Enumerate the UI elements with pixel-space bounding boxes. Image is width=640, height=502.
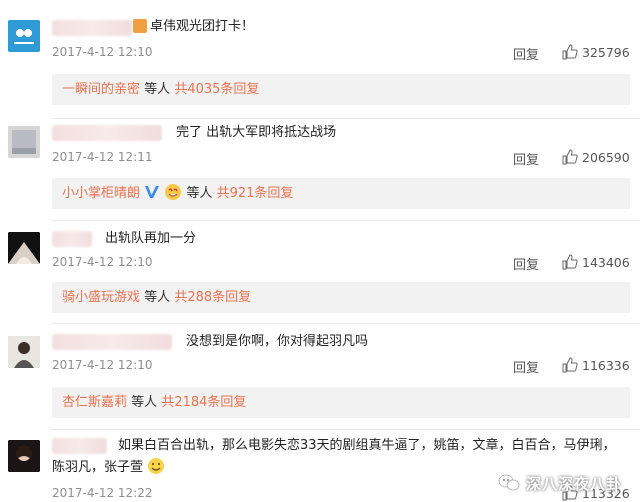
blurred-username [52, 125, 162, 141]
reply-button[interactable]: 回复 [513, 149, 539, 168]
comment-text: 出轨队再加一分 [105, 231, 197, 246]
blurred-username [52, 438, 107, 454]
comment-time: 2017-4-12 12:10 [52, 45, 153, 59]
thumbs-up-icon [562, 357, 578, 373]
comment-text: 完了 出轨大军即将抵达战场 [176, 125, 337, 140]
like-button[interactable]: 116336 [562, 357, 630, 373]
verified-v-icon [145, 186, 160, 198]
like-count: 143406 [582, 254, 630, 270]
sub-reply-mid: 等人 [144, 290, 171, 305]
divider [52, 220, 640, 221]
watermark: 深八深夜八卦 [498, 464, 640, 502]
sub-reply-mid: 等人 [186, 186, 213, 201]
avatar[interactable] [8, 440, 40, 472]
like-count: 206590 [582, 149, 630, 165]
comment-text-continued: 陈羽凡，张子萱 [52, 460, 144, 475]
watermark-text: 深八深夜八卦 [526, 474, 623, 493]
sub-replies[interactable]: 骑小盛玩游戏 等人 共288条回复 [52, 282, 630, 313]
reply-button[interactable]: 回复 [513, 254, 539, 273]
blurred-username [52, 20, 132, 36]
comment-time: 2017-4-12 12:22 [52, 486, 153, 500]
comment-item: 没想到是你啊，你对得起羽凡吗 2017-4-12 12:10 回复 116336… [0, 328, 640, 430]
blurred-username [52, 334, 172, 350]
emoji-icon [133, 19, 147, 33]
comment-item: 完了 出轨大军即将抵达战场 2017-4-12 12:11 回复 206590 … [0, 112, 640, 221]
like-count: 116336 [582, 357, 630, 373]
divider [52, 429, 640, 430]
thumbs-up-icon [562, 254, 578, 270]
sub-replies[interactable]: 小小掌柜晴朗 等人 共921条回复 [52, 178, 630, 209]
comment-time: 2017-4-12 12:10 [52, 255, 153, 269]
comment-text-line2: 陈羽凡，张子萱 [52, 457, 165, 479]
reply-button[interactable]: 回复 [513, 357, 539, 376]
avatar[interactable] [8, 232, 40, 264]
sub-replies[interactable]: 杏仁斯嘉莉 等人 共2184条回复 [52, 387, 630, 418]
thumbs-up-icon [562, 149, 578, 165]
reply-button[interactable]: 回复 [513, 44, 539, 63]
like-button[interactable]: 325796 [562, 44, 630, 60]
comment-item: 卓伟观光团打卡！ 2017-4-12 12:10 回复 325796 一瞬间的亲… [0, 0, 640, 119]
emoji-icon [165, 184, 182, 200]
comment-text: 卓伟观光团打卡！ [150, 19, 255, 34]
avatar[interactable] [8, 126, 40, 158]
sub-reply-user[interactable]: 小小掌柜晴朗 [62, 186, 140, 201]
sub-reply-count[interactable]: 共2184条回复 [161, 395, 246, 410]
sub-reply-count[interactable]: 共4035条回复 [174, 82, 259, 97]
sub-reply-count[interactable]: 共921条回复 [217, 186, 294, 201]
sub-reply-mid: 等人 [131, 395, 158, 410]
divider [52, 323, 640, 324]
comment-text: 没想到是你啊，你对得起羽凡吗 [186, 334, 369, 349]
blurred-username [52, 231, 92, 247]
sub-reply-user[interactable]: 骑小盛玩游戏 [62, 290, 140, 305]
thumbs-up-icon [562, 44, 578, 60]
sub-reply-count[interactable]: 共288条回复 [174, 290, 251, 305]
comment-time: 2017-4-12 12:11 [52, 150, 153, 164]
sub-reply-mid: 等人 [144, 82, 171, 97]
like-button[interactable]: 143406 [562, 254, 630, 270]
smile-emoji-icon [148, 458, 165, 474]
avatar[interactable] [8, 336, 40, 368]
sub-replies[interactable]: 一瞬间的亲密 等人 共4035条回复 [52, 74, 630, 105]
sub-reply-user[interactable]: 一瞬间的亲密 [62, 82, 140, 97]
comment-feed: 卓伟观光团打卡！ 2017-4-12 12:10 回复 325796 一瞬间的亲… [0, 0, 640, 502]
comment-time: 2017-4-12 12:10 [52, 358, 153, 372]
like-button[interactable]: 206590 [562, 149, 630, 165]
sub-reply-user[interactable]: 杏仁斯嘉莉 [62, 395, 127, 410]
comment-text: 如果白百合出轨，那么电影失恋33天的剧组真牛逼了，姚笛，文章，白百合，马伊琍， [118, 438, 616, 453]
avatar[interactable] [8, 20, 40, 52]
like-count: 325796 [582, 44, 630, 60]
comment-item: 出轨队再加一分 2017-4-12 12:10 回复 143406 骑小盛玩游戏… [0, 222, 640, 324]
wechat-icon [498, 474, 520, 491]
